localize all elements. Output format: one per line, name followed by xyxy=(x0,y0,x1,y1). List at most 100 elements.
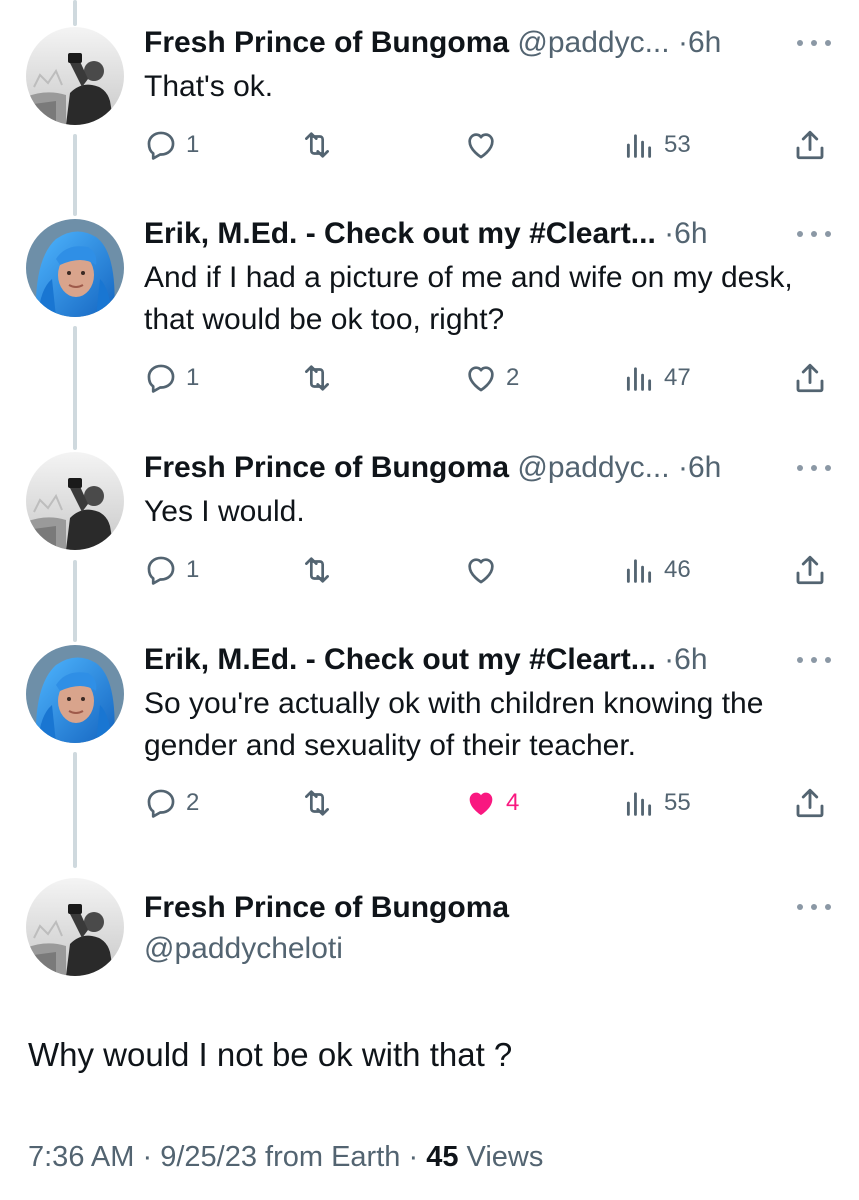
retweet-button[interactable] xyxy=(300,125,342,165)
tweet-text: So you're actually ok with children know… xyxy=(144,687,764,762)
thread-connector xyxy=(73,560,77,642)
separator: · xyxy=(664,643,675,676)
separator: · xyxy=(677,26,688,59)
action-bar: 1 2 47 xyxy=(144,358,834,398)
tweet-date[interactable]: 9/25/23 xyxy=(160,1141,257,1173)
timestamp[interactable]: 6h xyxy=(688,26,721,59)
views-button[interactable]: 46 xyxy=(622,550,691,590)
retweet-icon xyxy=(300,553,334,587)
separator: · xyxy=(677,451,688,484)
views-icon xyxy=(622,553,656,587)
more-options-icon[interactable] xyxy=(797,216,831,252)
action-bar: 1 46 xyxy=(144,550,834,590)
separator: · xyxy=(664,217,675,250)
avatar[interactable] xyxy=(26,452,124,550)
like-button[interactable]: 2 xyxy=(464,358,519,398)
thread-connector xyxy=(73,752,77,868)
view-count: 55 xyxy=(664,789,691,816)
share-button[interactable] xyxy=(792,358,828,398)
views-icon xyxy=(622,128,656,162)
handle[interactable]: @paddycheloti xyxy=(144,930,343,968)
like-count: 4 xyxy=(506,789,520,816)
share-icon xyxy=(792,127,828,163)
display-name[interactable]: Erik, M.Ed. - Check out my #Cleart... xyxy=(144,217,656,250)
thread-connector xyxy=(73,134,77,216)
views-count[interactable]: 45 xyxy=(426,1141,458,1173)
avatar[interactable] xyxy=(26,878,124,976)
tweet-header: Fresh Prince of Bungoma @paddyc... ·6h xyxy=(144,450,773,486)
retweet-button[interactable] xyxy=(300,358,342,398)
view-count: 46 xyxy=(664,556,691,583)
reply-button[interactable]: 1 xyxy=(144,125,199,165)
separator: · xyxy=(408,1141,419,1173)
timestamp[interactable]: 6h xyxy=(674,217,707,250)
share-icon xyxy=(792,552,828,588)
views-button[interactable]: 47 xyxy=(622,358,691,398)
reply-count: 2 xyxy=(186,789,200,816)
avatar[interactable] xyxy=(26,219,124,317)
tweet-text: That's ok. xyxy=(144,70,274,103)
display-name[interactable]: Fresh Prince of Bungoma xyxy=(144,889,509,927)
like-count: 2 xyxy=(506,364,520,391)
tweet-text: Yes I would. xyxy=(144,495,305,528)
action-bar: 1 53 xyxy=(144,125,834,165)
views-button[interactable]: 53 xyxy=(622,125,691,165)
more-options-icon[interactable] xyxy=(797,642,831,678)
heart-icon xyxy=(464,128,498,162)
more-options-icon[interactable] xyxy=(797,25,831,61)
avatar[interactable] xyxy=(26,645,124,743)
tweet-source: from Earth xyxy=(265,1141,401,1173)
retweet-button[interactable] xyxy=(300,550,342,590)
handle[interactable]: @paddyc... xyxy=(517,451,669,484)
views-icon xyxy=(622,786,656,820)
tweet-metadata: 7:36 AM · 9/25/23 from Earth · 45 Views xyxy=(28,1137,543,1177)
reply-button[interactable]: 1 xyxy=(144,550,199,590)
share-button[interactable] xyxy=(792,783,828,823)
view-count: 53 xyxy=(664,131,691,158)
views-button[interactable]: 55 xyxy=(622,783,691,823)
more-options-icon[interactable] xyxy=(797,450,831,486)
share-icon xyxy=(792,785,828,821)
reply-count: 1 xyxy=(186,131,200,158)
handle[interactable]: @paddyc... xyxy=(517,26,669,59)
reply-icon xyxy=(144,361,178,395)
view-count: 47 xyxy=(664,364,691,391)
tweet-time[interactable]: 7:36 AM xyxy=(28,1141,134,1173)
separator: · xyxy=(142,1141,153,1173)
timestamp[interactable]: 6h xyxy=(688,451,721,484)
reply-icon xyxy=(144,553,178,587)
retweet-icon xyxy=(300,128,334,162)
share-icon xyxy=(792,360,828,396)
views-label[interactable]: Views xyxy=(467,1141,544,1173)
like-button[interactable] xyxy=(464,550,506,590)
tweet-header: Erik, M.Ed. - Check out my #Cleart... ·6… xyxy=(144,216,773,252)
avatar[interactable] xyxy=(26,27,124,125)
reply-button[interactable]: 2 xyxy=(144,783,199,823)
tweet-header: Erik, M.Ed. - Check out my #Cleart... ·6… xyxy=(144,642,773,678)
tweet-header: Fresh Prince of Bungoma @paddyc... ·6h xyxy=(144,25,773,61)
reply-count: 1 xyxy=(186,364,200,391)
reply-icon xyxy=(144,786,178,820)
display-name[interactable]: Fresh Prince of Bungoma xyxy=(144,451,509,484)
retweet-icon xyxy=(300,361,334,395)
thread-connector xyxy=(73,326,77,450)
display-name[interactable]: Erik, M.Ed. - Check out my #Cleart... xyxy=(144,643,656,676)
reply-icon xyxy=(144,128,178,162)
share-button[interactable] xyxy=(792,125,828,165)
reply-button[interactable]: 1 xyxy=(144,358,199,398)
like-button[interactable]: 4 xyxy=(464,783,519,823)
heart-icon xyxy=(464,553,498,587)
retweet-icon xyxy=(300,786,334,820)
tweet-text: Why would I not be ok with that ? xyxy=(28,1036,513,1073)
display-name[interactable]: Fresh Prince of Bungoma xyxy=(144,26,509,59)
more-options-icon[interactable] xyxy=(797,889,831,925)
reply-count: 1 xyxy=(186,556,200,583)
retweet-button[interactable] xyxy=(300,783,342,823)
views-icon xyxy=(622,361,656,395)
action-bar: 2 4 55 xyxy=(144,783,834,823)
like-button[interactable] xyxy=(464,125,506,165)
heart-icon xyxy=(464,361,498,395)
share-button[interactable] xyxy=(792,550,828,590)
thread-connector xyxy=(73,0,77,26)
timestamp[interactable]: 6h xyxy=(674,643,707,676)
